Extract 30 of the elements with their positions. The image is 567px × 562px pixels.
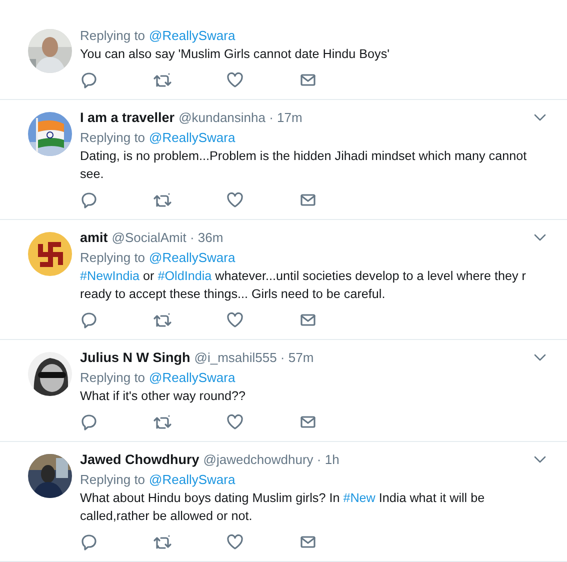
mention-link[interactable]: @ReallySwara: [149, 250, 236, 264]
chevron-down-icon[interactable]: [533, 454, 547, 464]
tweet-text: What if it's other way round??: [80, 388, 247, 405]
mention-link[interactable]: @ReallySwara: [149, 28, 236, 42]
handle-and-time: @kundansinha · 17m: [178, 110, 302, 125]
handle-and-time: @jawedchowdhury · 1h: [203, 452, 340, 467]
replying-label: Replying to: [80, 370, 146, 384]
replying-label: Replying to: [80, 472, 146, 486]
tweet-text: Dating, is no problem...Problem is the hidden Jihadi mindset which many cannot see.: [80, 148, 528, 183]
user-name[interactable]: I am a traveller: [80, 110, 175, 125]
user-name[interactable]: Julius N W Singh: [80, 350, 190, 365]
replying-label: Replying to: [80, 130, 146, 144]
tweet-text: You can also say 'Muslim Girls cannot date Hindu Boys': [80, 46, 391, 63]
chevron-down-icon[interactable]: [533, 112, 547, 122]
replying-label: Replying to: [80, 250, 146, 264]
chevron-down-icon[interactable]: [533, 232, 547, 242]
mention-link[interactable]: @ReallySwara: [149, 130, 236, 144]
tweet-text: #NewIndia or #OldIndia whatever...until societies develop to a level where they r ready to accept these things... Girls need to be careful.: [80, 268, 527, 303]
user-name[interactable]: Jawed Chowdhury: [80, 452, 200, 467]
user-name[interactable]: amit: [80, 230, 108, 245]
mention-link[interactable]: @ReallySwara: [149, 472, 236, 486]
replying-label: Replying to: [80, 28, 146, 42]
hashtag-link[interactable]: #New: [343, 491, 376, 505]
hashtag-link[interactable]: #OldIndia: [158, 269, 212, 283]
handle-and-time: @SocialAmit · 36m: [112, 230, 224, 245]
chevron-down-icon[interactable]: [533, 352, 547, 362]
tweet-text: What about Hindu boys dating Muslim girls? In #New India what it will be called,rather be allowed or not.: [80, 490, 486, 525]
hashtag-link[interactable]: #NewIndia: [80, 269, 140, 283]
handle-and-time: @i_msahil555 · 57m: [194, 350, 314, 365]
mention-link[interactable]: @ReallySwara: [149, 370, 236, 384]
